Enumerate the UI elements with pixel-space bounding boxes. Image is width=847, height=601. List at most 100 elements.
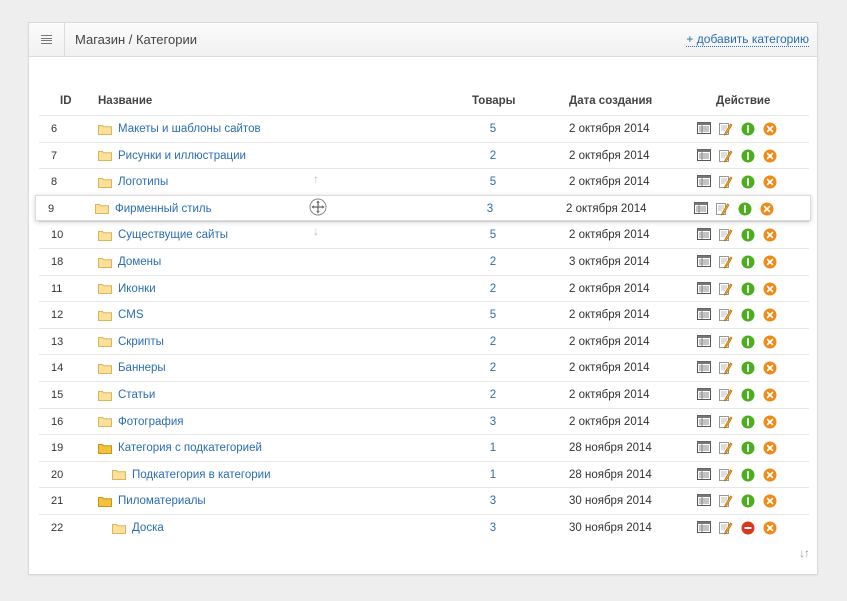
products-table-icon[interactable]	[697, 122, 711, 136]
product-count-link[interactable]: 3	[478, 196, 502, 222]
menu-button[interactable]	[29, 23, 65, 56]
table-row[interactable]: 6 Макеты и шаблоны сайтов 5 2 октября 2014	[39, 115, 809, 141]
product-count-link[interactable]: 3	[481, 488, 505, 514]
category-name[interactable]: Баннеры	[118, 355, 166, 381]
product-count-link[interactable]: 5	[481, 169, 505, 195]
table-row[interactable]: 19 Категория с подкатегорией 1 28 ноября 20…	[39, 434, 809, 460]
status-active-icon[interactable]	[741, 361, 755, 375]
category-name-link[interactable]: Иконки	[98, 276, 156, 302]
delete-icon[interactable]	[763, 494, 777, 508]
category-name[interactable]: Доска	[132, 515, 164, 541]
table-row[interactable]: 7 Рисунки и иллюстрации 2 2 октября 2014	[39, 141, 809, 169]
table-row[interactable]: 20 Подкатегория в категории 1 28 ноября 201…	[39, 460, 809, 488]
product-count-link[interactable]: 2	[481, 249, 505, 275]
delete-icon[interactable]	[763, 282, 777, 296]
edit-icon[interactable]	[719, 494, 733, 509]
column-header-count[interactable]: Товары	[472, 95, 515, 107]
category-name-link[interactable]: Доска	[112, 515, 164, 541]
category-name[interactable]: Макеты и шаблоны сайтов	[118, 116, 261, 142]
products-table-icon[interactable]	[697, 414, 711, 429]
column-header-name[interactable]: Название	[98, 95, 152, 107]
products-table-icon[interactable]	[697, 255, 711, 269]
products-table-icon[interactable]	[697, 494, 711, 508]
category-name[interactable]: CMS	[118, 302, 144, 328]
delete-icon[interactable]	[763, 228, 777, 242]
category-name[interactable]: Статьи	[118, 382, 155, 408]
edit-icon[interactable]	[719, 441, 733, 455]
delete-icon[interactable]	[763, 175, 777, 189]
table-row[interactable]: 16 Фотография 3 2 октября 2014	[39, 407, 809, 435]
edit-icon[interactable]	[719, 149, 733, 163]
category-name[interactable]: Фотография	[118, 409, 184, 435]
delete-icon[interactable]	[763, 361, 777, 375]
table-row[interactable]: 8 Логотипы 5 2 октября 2014	[39, 168, 809, 194]
delete-icon[interactable]	[763, 308, 777, 322]
move-handle-icon[interactable]	[309, 198, 327, 221]
delete-icon[interactable]	[763, 388, 777, 402]
status-active-icon[interactable]	[741, 388, 755, 402]
product-count-link[interactable]: 2	[481, 276, 505, 302]
products-table-icon[interactable]	[697, 148, 711, 163]
delete-icon[interactable]	[763, 521, 777, 535]
category-name[interactable]: Пиломатериалы	[118, 488, 206, 514]
category-name-link[interactable]: Скрипты	[98, 329, 164, 355]
edit-icon[interactable]	[719, 255, 733, 269]
edit-icon[interactable]	[719, 388, 733, 402]
table-row[interactable]: 18 Домены 2 3 октября 2014	[39, 248, 809, 274]
category-name-link[interactable]: Подкатегория в категории	[112, 462, 271, 488]
table-row[interactable]: 15 Статьи 2 2 октября 2014	[39, 381, 809, 407]
status-active-icon[interactable]	[741, 122, 755, 136]
edit-icon[interactable]	[719, 228, 733, 243]
table-row[interactable]: 11 Иконки 2 2 октября 2014	[39, 274, 809, 302]
edit-icon[interactable]	[719, 415, 733, 429]
status-disabled-icon[interactable]	[741, 521, 755, 535]
category-name-link[interactable]: Фирменный стиль	[95, 196, 212, 222]
delete-icon[interactable]	[763, 255, 777, 269]
delete-icon[interactable]	[763, 335, 777, 349]
status-active-icon[interactable]	[741, 335, 755, 349]
table-row[interactable]: 21 Пиломатериалы 3 30 ноября 2014	[39, 487, 809, 513]
status-active-icon[interactable]	[741, 441, 755, 455]
table-row[interactable]: 9 Фирменный стиль 3 2 октября 2014	[35, 194, 811, 222]
status-active-icon[interactable]	[741, 255, 755, 269]
edit-icon[interactable]	[719, 308, 733, 322]
delete-icon[interactable]	[763, 415, 777, 429]
products-table-icon[interactable]	[697, 441, 711, 455]
product-count-link[interactable]: 3	[481, 515, 505, 541]
category-name[interactable]: Фирменный стиль	[115, 196, 212, 222]
edit-icon[interactable]	[716, 202, 730, 216]
category-name[interactable]: Скрипты	[118, 329, 164, 355]
status-active-icon[interactable]	[741, 415, 755, 429]
products-table-icon[interactable]	[697, 281, 711, 296]
category-name[interactable]: Подкатегория в категории	[132, 462, 271, 488]
product-count-link[interactable]: 1	[481, 435, 505, 461]
status-active-icon[interactable]	[738, 202, 752, 216]
category-name[interactable]: Иконки	[118, 276, 156, 302]
product-count-link[interactable]: 2	[481, 143, 505, 169]
products-table-icon[interactable]	[697, 361, 711, 375]
column-header-id[interactable]: ID	[60, 95, 72, 107]
category-name-link[interactable]: Существущие сайты	[98, 222, 228, 248]
product-count-link[interactable]: 2	[481, 329, 505, 355]
category-name[interactable]: Рисунки и иллюстрации	[118, 143, 246, 169]
status-active-icon[interactable]	[741, 282, 755, 296]
column-header-date[interactable]: Дата создания	[569, 95, 652, 107]
edit-icon[interactable]	[719, 175, 733, 189]
status-active-icon[interactable]	[741, 494, 755, 508]
edit-icon[interactable]	[719, 335, 733, 349]
category-name-link[interactable]: Статьи	[98, 382, 155, 408]
product-count-link[interactable]: 2	[481, 355, 505, 381]
product-count-link[interactable]: 5	[481, 302, 505, 328]
edit-icon[interactable]	[719, 468, 733, 482]
edit-icon[interactable]	[719, 122, 733, 136]
product-count-link[interactable]: 5	[481, 116, 505, 142]
table-row[interactable]: 22 Доска 3 30 ноября 2014	[39, 514, 809, 540]
category-name[interactable]: Домены	[118, 249, 161, 275]
add-category-link[interactable]: + добавить категорию	[686, 33, 809, 47]
category-name-link[interactable]: Фотография	[98, 409, 184, 435]
product-count-link[interactable]: 3	[481, 409, 505, 435]
products-table-icon[interactable]	[697, 175, 711, 189]
category-name-link[interactable]: Рисунки и иллюстрации	[98, 143, 246, 169]
category-name-link[interactable]: Пиломатериалы	[98, 488, 206, 514]
edit-icon[interactable]	[719, 361, 733, 376]
